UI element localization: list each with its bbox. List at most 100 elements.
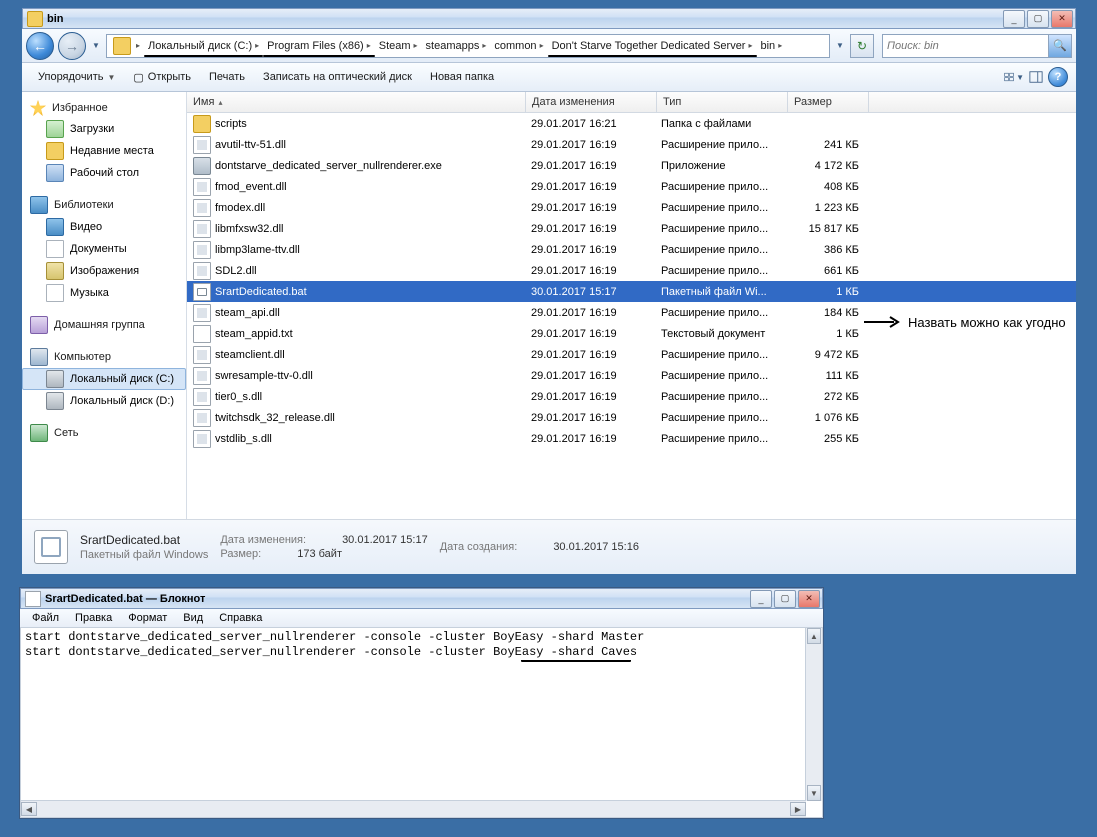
back-button[interactable]: ←	[26, 32, 54, 60]
folder-icon	[46, 142, 64, 160]
libraries-group[interactable]: Библиотеки	[22, 194, 186, 216]
view-menu[interactable]: ▼	[1004, 67, 1024, 87]
file-icon	[193, 304, 211, 322]
table-row[interactable]: scripts29.01.2017 16:21Папка с файлами	[187, 113, 1076, 134]
col-name[interactable]: Имя▴	[187, 92, 526, 112]
library-icon	[30, 196, 48, 214]
column-headers: Имя▴ Дата изменения Тип Размер	[187, 92, 1076, 113]
scroll-down-icon[interactable]: ▼	[807, 785, 821, 801]
sidebar-item[interactable]: Музыка	[22, 282, 186, 304]
menu-item[interactable]: Справка	[211, 610, 270, 626]
notepad-text[interactable]: start dontstarve_dedicated_server_nullre…	[21, 628, 822, 662]
table-row[interactable]: steamclient.dll29.01.2017 16:19Расширени…	[187, 344, 1076, 365]
breadcrumb[interactable]: steamapps▸	[422, 36, 491, 56]
table-row[interactable]: avutil-ttv-51.dll29.01.2017 16:19Расшире…	[187, 134, 1076, 155]
menu-item[interactable]: Файл	[24, 610, 67, 626]
notepad-title: SrartDedicated.bat — Блокнот	[45, 593, 205, 605]
search-box[interactable]: 🔍	[882, 34, 1072, 58]
forward-button[interactable]: →	[58, 32, 86, 60]
new-folder-button[interactable]: Новая папка	[422, 68, 502, 86]
maximize-button[interactable]: ▢	[1027, 10, 1049, 28]
breadcrumb[interactable]: Don't Starve Together Dedicated Server▸	[548, 36, 757, 56]
table-row[interactable]: twitchsdk_32_release.dll29.01.2017 16:19…	[187, 407, 1076, 428]
table-row[interactable]: swresample-ttv-0.dll29.01.2017 16:19Расш…	[187, 365, 1076, 386]
breadcrumb[interactable]: common▸	[490, 36, 547, 56]
file-icon	[193, 220, 211, 238]
col-type[interactable]: Тип	[657, 92, 788, 112]
sidebar-item[interactable]: Документы	[22, 238, 186, 260]
menu-item[interactable]: Вид	[175, 610, 211, 626]
scroll-right-icon[interactable]: ▶	[790, 802, 806, 816]
table-row[interactable]: libmfxsw32.dll29.01.2017 16:19Расширение…	[187, 218, 1076, 239]
open-button[interactable]: ▢Открыть	[125, 68, 199, 87]
address-bar[interactable]: ▸Локальный диск (C:)▸Program Files (x86)…	[106, 34, 830, 58]
network-icon	[30, 424, 48, 442]
preview-pane-button[interactable]	[1026, 67, 1046, 87]
table-row[interactable]: SrartDedicated.bat30.01.2017 15:17Пакетн…	[187, 281, 1076, 302]
col-date[interactable]: Дата изменения	[526, 92, 657, 112]
print-button[interactable]: Печать	[201, 68, 253, 86]
computer-group[interactable]: Компьютер	[22, 346, 186, 368]
nav-history-dropdown[interactable]: ▼	[90, 33, 102, 59]
close-button[interactable]: ✕	[1051, 10, 1073, 28]
details-pane: SrartDedicated.bat Пакетный файл Windows…	[22, 519, 1076, 574]
breadcrumb[interactable]: Program Files (x86)▸	[263, 36, 375, 56]
favorites-group[interactable]: Избранное	[22, 98, 186, 118]
table-row[interactable]: dontstarve_dedicated_server_nullrenderer…	[187, 155, 1076, 176]
organize-menu[interactable]: Упорядочить▼	[30, 68, 123, 86]
breadcrumb[interactable]: Steam▸	[375, 36, 422, 56]
scroll-up-icon[interactable]: ▲	[807, 628, 821, 644]
sidebar-item[interactable]: Недавние места	[22, 140, 186, 162]
file-icon	[193, 346, 211, 364]
table-row[interactable]: tier0_s.dll29.01.2017 16:19Расширение пр…	[187, 386, 1076, 407]
annotation-text: Назвать можно как угодно	[908, 315, 1066, 330]
file-icon	[193, 430, 211, 448]
file-icon	[193, 115, 211, 133]
col-size[interactable]: Размер	[788, 92, 869, 112]
refresh-button[interactable]: ↻	[850, 34, 874, 58]
scrollbar-horizontal[interactable]: ◀ ▶	[21, 800, 806, 817]
sidebar-item[interactable]: Видео	[22, 216, 186, 238]
breadcrumb[interactable]: Локальный диск (C:)▸	[144, 36, 263, 56]
sidebar-item[interactable]: Локальный диск (D:)	[22, 390, 186, 412]
file-icon	[193, 241, 211, 259]
np-maximize-button[interactable]: ▢	[774, 590, 796, 608]
scrollbar-vertical[interactable]: ▲ ▼	[805, 628, 822, 801]
search-input[interactable]	[883, 40, 1048, 52]
explorer-window: bin _ ▢ ✕ ← → ▼ ▸Локальный диск (C:)▸Pro…	[19, 8, 1079, 577]
notepad-editor[interactable]: start dontstarve_dedicated_server_nullre…	[20, 628, 823, 818]
np-close-button[interactable]: ✕	[798, 590, 820, 608]
minimize-button[interactable]: _	[1003, 10, 1025, 28]
file-icon	[193, 283, 211, 301]
table-row[interactable]: fmod_event.dll29.01.2017 16:19Расширение…	[187, 176, 1076, 197]
sidebar-item[interactable]: Изображения	[22, 260, 186, 282]
folder-icon	[46, 370, 64, 388]
network-group[interactable]: Сеть	[22, 422, 186, 444]
scroll-left-icon[interactable]: ◀	[21, 802, 37, 816]
sidebar-item[interactable]: Загрузки	[22, 118, 186, 140]
breadcrumb[interactable]: bin▸	[757, 36, 787, 56]
sidebar-item[interactable]: Локальный диск (C:)	[22, 368, 186, 390]
file-icon	[193, 178, 211, 196]
homegroup[interactable]: Домашняя группа	[22, 314, 186, 336]
search-go-button[interactable]: 🔍	[1048, 35, 1071, 57]
folder-icon	[46, 262, 64, 280]
nav-pane: Избранное ЗагрузкиНедавние местаРабочий …	[22, 92, 187, 519]
help-button[interactable]: ?	[1048, 67, 1068, 87]
titlebar[interactable]: bin _ ▢ ✕	[22, 8, 1076, 29]
burn-button[interactable]: Записать на оптический диск	[255, 68, 420, 86]
table-row[interactable]: vstdlib_s.dll29.01.2017 16:19Расширение …	[187, 428, 1076, 449]
table-row[interactable]: fmodex.dll29.01.2017 16:19Расширение при…	[187, 197, 1076, 218]
table-row[interactable]: libmp3lame-ttv.dll29.01.2017 16:19Расшир…	[187, 239, 1076, 260]
table-row[interactable]: SDL2.dll29.01.2017 16:19Расширение прило…	[187, 260, 1076, 281]
notepad-titlebar[interactable]: SrartDedicated.bat — Блокнот _ ▢ ✕	[20, 588, 823, 609]
selected-filename: SrartDedicated.bat	[80, 533, 180, 547]
sidebar-item[interactable]: Рабочий стол	[22, 162, 186, 184]
breadcrumb[interactable]: ▸	[109, 36, 144, 56]
menu-item[interactable]: Формат	[120, 610, 175, 626]
file-icon	[193, 199, 211, 217]
menu-item[interactable]: Правка	[67, 610, 120, 626]
address-dropdown[interactable]: ▼	[834, 33, 846, 59]
np-minimize-button[interactable]: _	[750, 590, 772, 608]
notepad-menubar: ФайлПравкаФорматВидСправка	[20, 609, 823, 628]
